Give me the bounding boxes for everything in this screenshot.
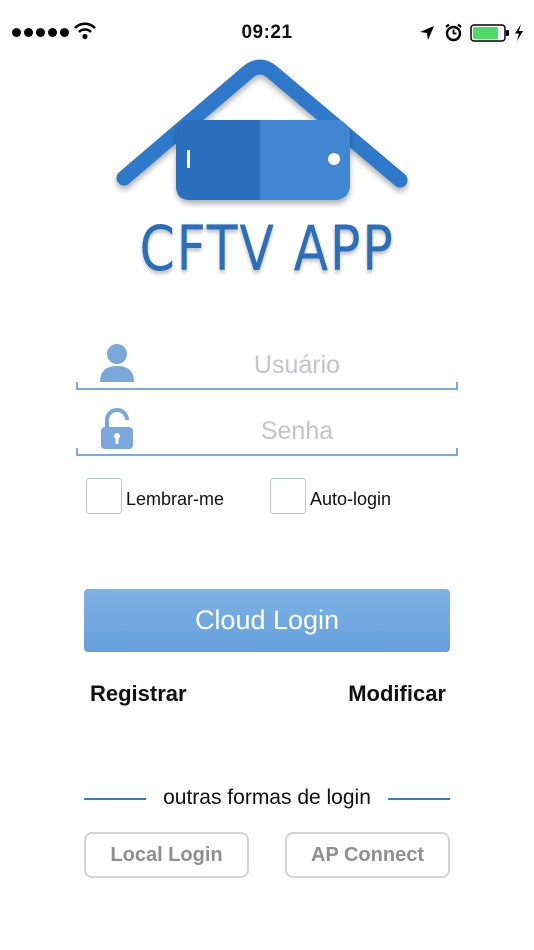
password-input[interactable] [136, 412, 458, 450]
location-arrow-icon [420, 26, 434, 40]
user-icon [100, 344, 134, 382]
password-underline [76, 448, 458, 456]
cloud-login-button[interactable]: Cloud Login [84, 589, 450, 652]
divider-line-right [388, 798, 450, 800]
padlock-icon [101, 408, 133, 449]
auto-login-checkbox[interactable] [270, 478, 306, 514]
password-field [76, 408, 458, 456]
other-logins-divider: outras formas de login [84, 786, 450, 812]
app-title: CFTV APP [139, 212, 395, 285]
alarm-icon [445, 23, 462, 42]
username-underline [76, 382, 458, 390]
remember-me-option[interactable]: Lembrar-me [86, 478, 224, 514]
username-field [76, 342, 458, 390]
auto-login-label: Auto-login [310, 488, 392, 509]
register-link[interactable]: Registrar [90, 681, 187, 707]
modify-link[interactable]: Modificar [348, 681, 446, 707]
remember-me-checkbox[interactable] [86, 478, 122, 514]
status-bar: 09:21 [0, 0, 534, 66]
local-login-button[interactable]: Local Login [84, 832, 249, 878]
battery-icon [470, 24, 509, 42]
ap-connect-button[interactable]: AP Connect [285, 832, 450, 878]
auto-login-option[interactable]: Auto-login [270, 478, 391, 514]
remember-me-label: Lembrar-me [126, 488, 225, 509]
charging-bolt-icon [515, 24, 523, 41]
app-logo [116, 59, 408, 200]
username-input[interactable] [136, 346, 458, 384]
